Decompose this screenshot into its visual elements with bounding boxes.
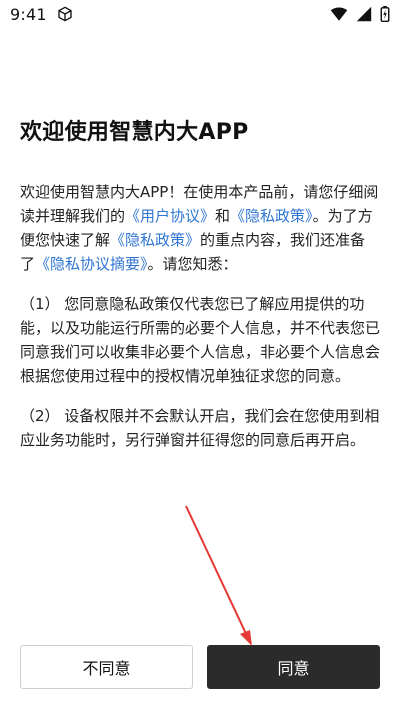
privacy-content: 欢迎使用智慧内大APP！在使用本产品前，请您仔细阅读并理解我们的《用户协议》和《… — [20, 180, 380, 452]
status-time: 9:41 — [10, 4, 47, 24]
status-bar: 9:41 — [0, 0, 400, 28]
wifi-icon — [330, 6, 348, 22]
signal-icon — [356, 6, 372, 22]
status-left: 9:41 — [10, 5, 73, 24]
paragraph-item-1: （1） 您同意隐私政策仅代表您已了解应用提供的功能，以及功能运行所需的必要个人信… — [20, 295, 381, 385]
intro-text-4: 。请您知悉： — [147, 255, 238, 273]
paragraph-item-2: （2） 设备权限并不会默认开启，我们会在您使用到相应业务功能时，另行弹窗并征得您… — [20, 407, 380, 449]
action-buttons: 不同意 同意 — [20, 645, 380, 689]
paragraph-intro: 欢迎使用智慧内大APP！在使用本产品前，请您仔细阅读并理解我们的《用户协议》和《… — [20, 180, 380, 276]
privacy-summary-link[interactable]: 《隐私协议摘要》 — [35, 255, 148, 273]
user-agreement-link[interactable]: 《用户协议》 — [125, 207, 215, 225]
agree-button[interactable]: 同意 — [207, 645, 380, 689]
intro-text-and: 和 — [215, 207, 231, 225]
cube-icon — [57, 6, 73, 22]
battery-icon — [380, 6, 390, 22]
disagree-button[interactable]: 不同意 — [20, 645, 193, 689]
status-right — [330, 6, 390, 22]
page-title: 欢迎使用智慧内大APP — [20, 120, 249, 145]
privacy-policy-link-2[interactable]: 《隐私政策》 — [110, 231, 200, 249]
privacy-policy-link[interactable]: 《隐私政策》 — [230, 207, 313, 225]
